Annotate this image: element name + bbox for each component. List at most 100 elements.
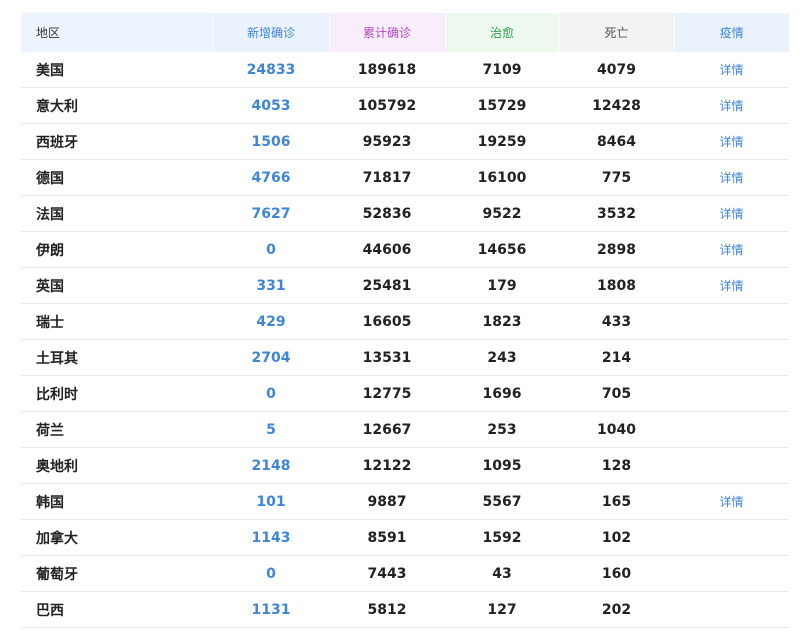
detail-link[interactable]: 详情 <box>719 171 743 185</box>
cell-deaths: 705 <box>559 375 674 412</box>
cell-total-confirmed: 189618 <box>329 52 445 88</box>
cell-total-confirmed: 95923 <box>329 123 445 160</box>
cell-deaths: 102 <box>559 519 674 556</box>
table-row: 荷兰 5 12667 253 1040 <box>21 411 789 448</box>
cell-region: 土耳其 <box>21 339 213 376</box>
cell-total-confirmed: 7443 <box>329 555 445 592</box>
header-deaths: 死亡 <box>559 13 675 52</box>
table-row: 土耳其 2704 13531 243 214 <box>21 339 789 376</box>
cell-total-confirmed: 16605 <box>329 303 445 340</box>
table-row: 德国 4766 71817 16100 775 详情 <box>21 159 789 196</box>
cell-detail: 详情 <box>674 195 789 232</box>
cell-region: 伊朗 <box>21 231 213 268</box>
cell-region: 葡萄牙 <box>21 555 213 592</box>
cell-new-confirmed: 4766 <box>213 159 329 196</box>
cell-cured: 16100 <box>445 159 559 196</box>
cell-new-confirmed: 1131 <box>213 591 329 628</box>
cell-deaths: 160 <box>559 555 674 592</box>
cell-region: 美国 <box>21 52 213 88</box>
cell-new-confirmed: 1506 <box>213 123 329 160</box>
cell-region: 西班牙 <box>21 123 213 160</box>
cell-deaths: 2898 <box>559 231 674 268</box>
cell-new-confirmed: 331 <box>213 267 329 304</box>
cell-cured: 43 <box>445 555 559 592</box>
cell-detail <box>674 519 789 556</box>
cell-new-confirmed: 1143 <box>213 519 329 556</box>
cell-new-confirmed: 5 <box>213 411 329 448</box>
detail-link[interactable]: 详情 <box>719 207 743 221</box>
table-body: 美国 24833 189618 7109 4079 详情 意大利 4053 10… <box>21 52 789 628</box>
cell-detail: 详情 <box>674 483 789 520</box>
cell-cured: 7109 <box>445 52 559 88</box>
cell-region: 加拿大 <box>21 519 213 556</box>
cell-cured: 19259 <box>445 123 559 160</box>
cell-detail: 详情 <box>674 123 789 160</box>
detail-link[interactable]: 详情 <box>719 243 743 257</box>
cell-cured: 14656 <box>445 231 559 268</box>
cell-cured: 179 <box>445 267 559 304</box>
cell-deaths: 1040 <box>559 411 674 448</box>
cell-detail: 详情 <box>674 231 789 268</box>
header-region: 地区 <box>21 13 214 52</box>
cell-deaths: 775 <box>559 159 674 196</box>
detail-link[interactable]: 详情 <box>719 135 743 149</box>
cell-detail <box>674 339 789 376</box>
cell-new-confirmed: 101 <box>213 483 329 520</box>
cell-deaths: 433 <box>559 303 674 340</box>
detail-link[interactable]: 详情 <box>719 63 743 77</box>
cell-detail <box>674 411 789 448</box>
detail-link[interactable]: 详情 <box>719 279 743 293</box>
header-row: 地区 新增确诊 累计确诊 治愈 死亡 疫情 <box>21 13 789 52</box>
cell-total-confirmed: 25481 <box>329 267 445 304</box>
epidemic-table-container: 地区 新增确诊 累计确诊 治愈 死亡 疫情 美国 24833 189618 71… <box>21 13 789 628</box>
cell-region: 荷兰 <box>21 411 213 448</box>
cell-region: 德国 <box>21 159 213 196</box>
cell-cured: 1696 <box>445 375 559 412</box>
table-row: 伊朗 0 44606 14656 2898 详情 <box>21 231 789 268</box>
cell-region: 比利时 <box>21 375 213 412</box>
cell-new-confirmed: 0 <box>213 555 329 592</box>
cell-new-confirmed: 24833 <box>213 52 329 88</box>
cell-deaths: 165 <box>559 483 674 520</box>
cell-total-confirmed: 12122 <box>329 447 445 484</box>
detail-link[interactable]: 详情 <box>719 99 743 113</box>
table-row: 西班牙 1506 95923 19259 8464 详情 <box>21 123 789 160</box>
cell-new-confirmed: 0 <box>213 231 329 268</box>
cell-region: 奥地利 <box>21 447 213 484</box>
cell-cured: 127 <box>445 591 559 628</box>
cell-new-confirmed: 0 <box>213 375 329 412</box>
table-row: 奥地利 2148 12122 1095 128 <box>21 447 789 484</box>
cell-new-confirmed: 7627 <box>213 195 329 232</box>
cell-new-confirmed: 429 <box>213 303 329 340</box>
cell-deaths: 12428 <box>559 87 674 124</box>
cell-new-confirmed: 2148 <box>213 447 329 484</box>
header-new-confirmed: 新增确诊 <box>213 13 330 52</box>
table-row: 韩国 101 9887 5567 165 详情 <box>21 483 789 520</box>
cell-total-confirmed: 5812 <box>329 591 445 628</box>
cell-cured: 1095 <box>445 447 559 484</box>
table-row: 美国 24833 189618 7109 4079 详情 <box>21 52 789 88</box>
cell-total-confirmed: 12667 <box>329 411 445 448</box>
epidemic-table: 地区 新增确诊 累计确诊 治愈 死亡 疫情 美国 24833 189618 71… <box>21 13 789 628</box>
cell-new-confirmed: 2704 <box>213 339 329 376</box>
table-row: 法国 7627 52836 9522 3532 详情 <box>21 195 789 232</box>
cell-detail: 详情 <box>674 87 789 124</box>
cell-total-confirmed: 44606 <box>329 231 445 268</box>
table-header: 地区 新增确诊 累计确诊 治愈 死亡 疫情 <box>21 13 789 52</box>
table-row: 英国 331 25481 179 1808 详情 <box>21 267 789 304</box>
cell-total-confirmed: 52836 <box>329 195 445 232</box>
detail-link[interactable]: 详情 <box>719 495 743 509</box>
cell-detail <box>674 303 789 340</box>
cell-region: 巴西 <box>21 591 213 628</box>
cell-deaths: 128 <box>559 447 674 484</box>
cell-deaths: 1808 <box>559 267 674 304</box>
cell-cured: 15729 <box>445 87 559 124</box>
cell-detail: 详情 <box>674 267 789 304</box>
cell-cured: 1823 <box>445 303 559 340</box>
table-row: 巴西 1131 5812 127 202 <box>21 591 789 628</box>
cell-region: 瑞士 <box>21 303 213 340</box>
cell-deaths: 4079 <box>559 52 674 88</box>
cell-region: 法国 <box>21 195 213 232</box>
cell-detail <box>674 591 789 628</box>
cell-total-confirmed: 71817 <box>329 159 445 196</box>
